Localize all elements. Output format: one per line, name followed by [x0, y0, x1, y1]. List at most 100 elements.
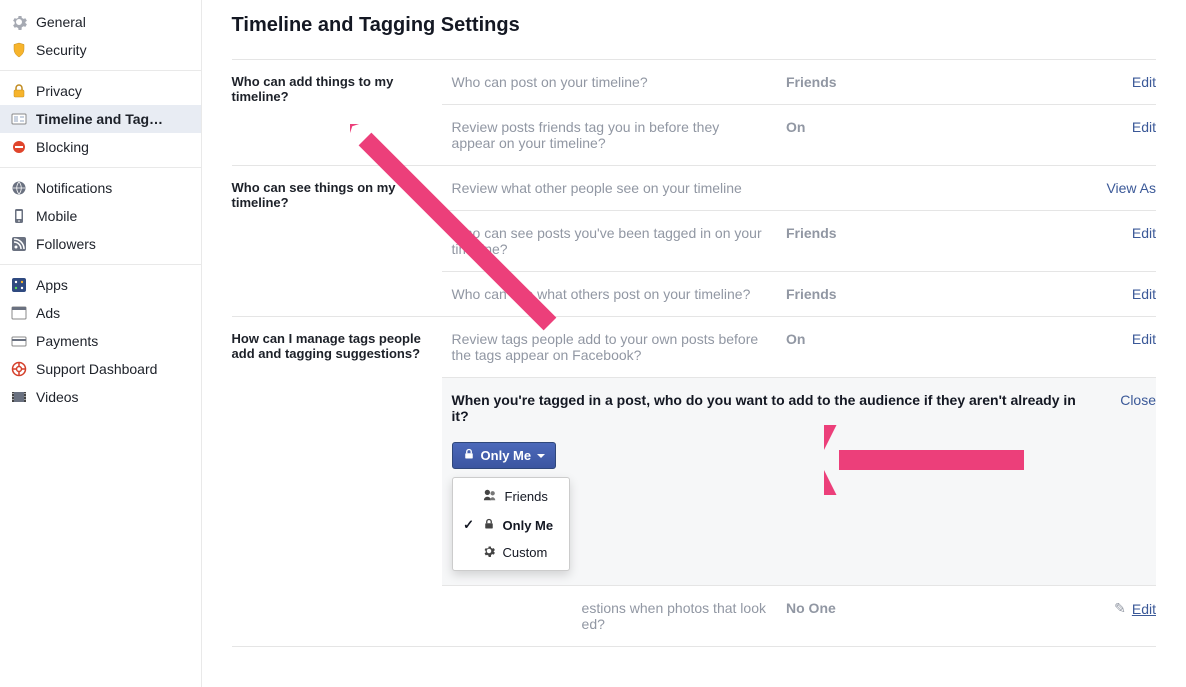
edit-link[interactable]: Edit [1086, 286, 1156, 302]
row-label: Review tags people add to your own posts… [452, 331, 786, 363]
apps-icon [10, 276, 28, 294]
row-value: Friends [786, 286, 1086, 302]
check-icon: ✓ [463, 517, 475, 533]
support-icon [10, 360, 28, 378]
dropdown-item-label: Friends [505, 489, 548, 504]
edit-link[interactable]: Edit [1086, 225, 1156, 241]
sidebar-item-label: Timeline and Tag… [36, 111, 163, 127]
sidebar-item-followers[interactable]: Followers [0, 230, 201, 258]
sidebar-item-support[interactable]: Support Dashboard [0, 355, 201, 383]
edit-link[interactable]: Edit [1086, 119, 1156, 135]
row-label: Who can post on your timeline? [452, 74, 786, 90]
row-value: On [786, 119, 1086, 135]
setting-row: Review what other people see on your tim… [442, 166, 1156, 210]
dropdown-item-label: Custom [503, 545, 548, 560]
lock-icon [463, 448, 475, 463]
row-value: On [786, 331, 1086, 347]
close-link[interactable]: Close [1086, 392, 1156, 408]
edit-link[interactable]: ✎ Edit [1086, 600, 1156, 617]
expanded-content: When you're tagged in a post, who do you… [452, 392, 1086, 571]
section-see-things: Who can see things on my timeline? Revie… [232, 165, 1156, 316]
section-add-things: Who can add things to my timeline? Who c… [232, 59, 1156, 165]
sidebar-group: Notifications Mobile Followers [0, 168, 201, 265]
section-heading: Who can add things to my timeline? [232, 60, 442, 165]
sidebar-item-general[interactable]: General [0, 8, 201, 36]
row-label: Review posts friends tag you in before t… [452, 119, 786, 151]
chevron-down-icon [537, 454, 545, 458]
dropdown-item-only-me[interactable]: ✓ Only Me [453, 511, 569, 539]
setting-row: Review posts friends tag you in before t… [442, 104, 1156, 165]
sidebar-item-label: Support Dashboard [36, 361, 157, 377]
mobile-icon [10, 207, 28, 225]
pencil-icon: ✎ [1114, 600, 1126, 617]
settings-sidebar: General Security Privacy Timeli [0, 0, 202, 687]
expanded-question: When you're tagged in a post, who do you… [452, 392, 1076, 424]
setting-row: Review tags people add to your own posts… [442, 317, 1156, 377]
row-value: No One [786, 600, 1086, 616]
gear-icon [10, 13, 28, 31]
sidebar-item-label: Followers [36, 236, 96, 252]
globe-icon [10, 179, 28, 197]
section-rows: Who can post on your timeline? Friends E… [442, 60, 1156, 165]
sidebar-item-label: Ads [36, 305, 60, 321]
row-label: Review what other people see on your tim… [452, 180, 786, 196]
sidebar-item-label: Apps [36, 277, 68, 293]
rss-icon [10, 235, 28, 253]
sidebar-item-label: General [36, 14, 86, 30]
sidebar-item-payments[interactable]: Payments [0, 327, 201, 355]
timeline-icon [10, 110, 28, 128]
dropdown-item-label: Only Me [503, 518, 554, 533]
sidebar-item-apps[interactable]: Apps [0, 271, 201, 299]
edit-link[interactable]: Edit [1086, 74, 1156, 90]
sidebar-group: Apps Ads Payments Support Dashboard [0, 265, 201, 417]
divider [232, 646, 1156, 647]
row-value: Friends [786, 74, 1086, 90]
edit-link[interactable]: Edit [1086, 331, 1156, 347]
setting-row: Who can post on your timeline? Friends E… [442, 60, 1156, 104]
sidebar-item-notifications[interactable]: Notifications [0, 174, 201, 202]
setting-row: Who can see what others post on your tim… [442, 271, 1156, 316]
sidebar-item-label: Privacy [36, 83, 82, 99]
setting-row-expanded: When you're tagged in a post, who do you… [442, 377, 1156, 585]
sidebar-item-mobile[interactable]: Mobile [0, 202, 201, 230]
row-label: Who can see posts you've been tagged in … [452, 225, 786, 257]
main-content: Timeline and Tagging Settings Who can ad… [202, 0, 1186, 687]
page-title: Timeline and Tagging Settings [232, 14, 1156, 37]
sidebar-item-timeline-tagging[interactable]: Timeline and Tag… [0, 105, 201, 133]
sidebar-item-label: Payments [36, 333, 98, 349]
payments-icon [10, 332, 28, 350]
dropdown-item-friends[interactable]: Friends [453, 482, 569, 511]
sidebar-item-label: Videos [36, 389, 79, 405]
section-rows: Review tags people add to your own posts… [442, 317, 1156, 646]
lock-icon [10, 82, 28, 100]
friends-icon [483, 488, 497, 505]
view-as-link[interactable]: View As [1086, 180, 1156, 196]
block-icon [10, 138, 28, 156]
section-manage-tags: How can I manage tags people add and tag… [232, 316, 1156, 646]
setting-row: estions when photos that look ed? No One… [442, 585, 1156, 646]
sidebar-item-blocking[interactable]: Blocking [0, 133, 201, 161]
dropdown-item-custom[interactable]: Custom [453, 539, 569, 566]
audience-selector-button[interactable]: Only Me [452, 442, 557, 469]
row-label: estions when photos that look ed? [452, 600, 786, 632]
ads-icon [10, 304, 28, 322]
sidebar-group: Privacy Timeline and Tag… Blocking [0, 71, 201, 168]
audience-dropdown: Friends ✓ Only Me [452, 477, 570, 571]
section-heading: How can I manage tags people add and tag… [232, 317, 442, 646]
sidebar-item-ads[interactable]: Ads [0, 299, 201, 327]
sidebar-item-videos[interactable]: Videos [0, 383, 201, 411]
sidebar-group: General Security [0, 2, 201, 71]
row-label: Who can see what others post on your tim… [452, 286, 786, 302]
edit-label: Edit [1132, 601, 1156, 617]
sidebar-item-label: Mobile [36, 208, 77, 224]
sidebar-item-security[interactable]: Security [0, 36, 201, 64]
sidebar-item-label: Notifications [36, 180, 112, 196]
setting-row: Who can see posts you've been tagged in … [442, 210, 1156, 271]
sidebar-item-label: Blocking [36, 139, 89, 155]
section-heading: Who can see things on my timeline? [232, 166, 442, 316]
audience-selector-label: Only Me [481, 448, 532, 463]
section-rows: Review what other people see on your tim… [442, 166, 1156, 316]
shield-icon [10, 41, 28, 59]
settings-page: General Security Privacy Timeli [0, 0, 1186, 687]
sidebar-item-privacy[interactable]: Privacy [0, 77, 201, 105]
